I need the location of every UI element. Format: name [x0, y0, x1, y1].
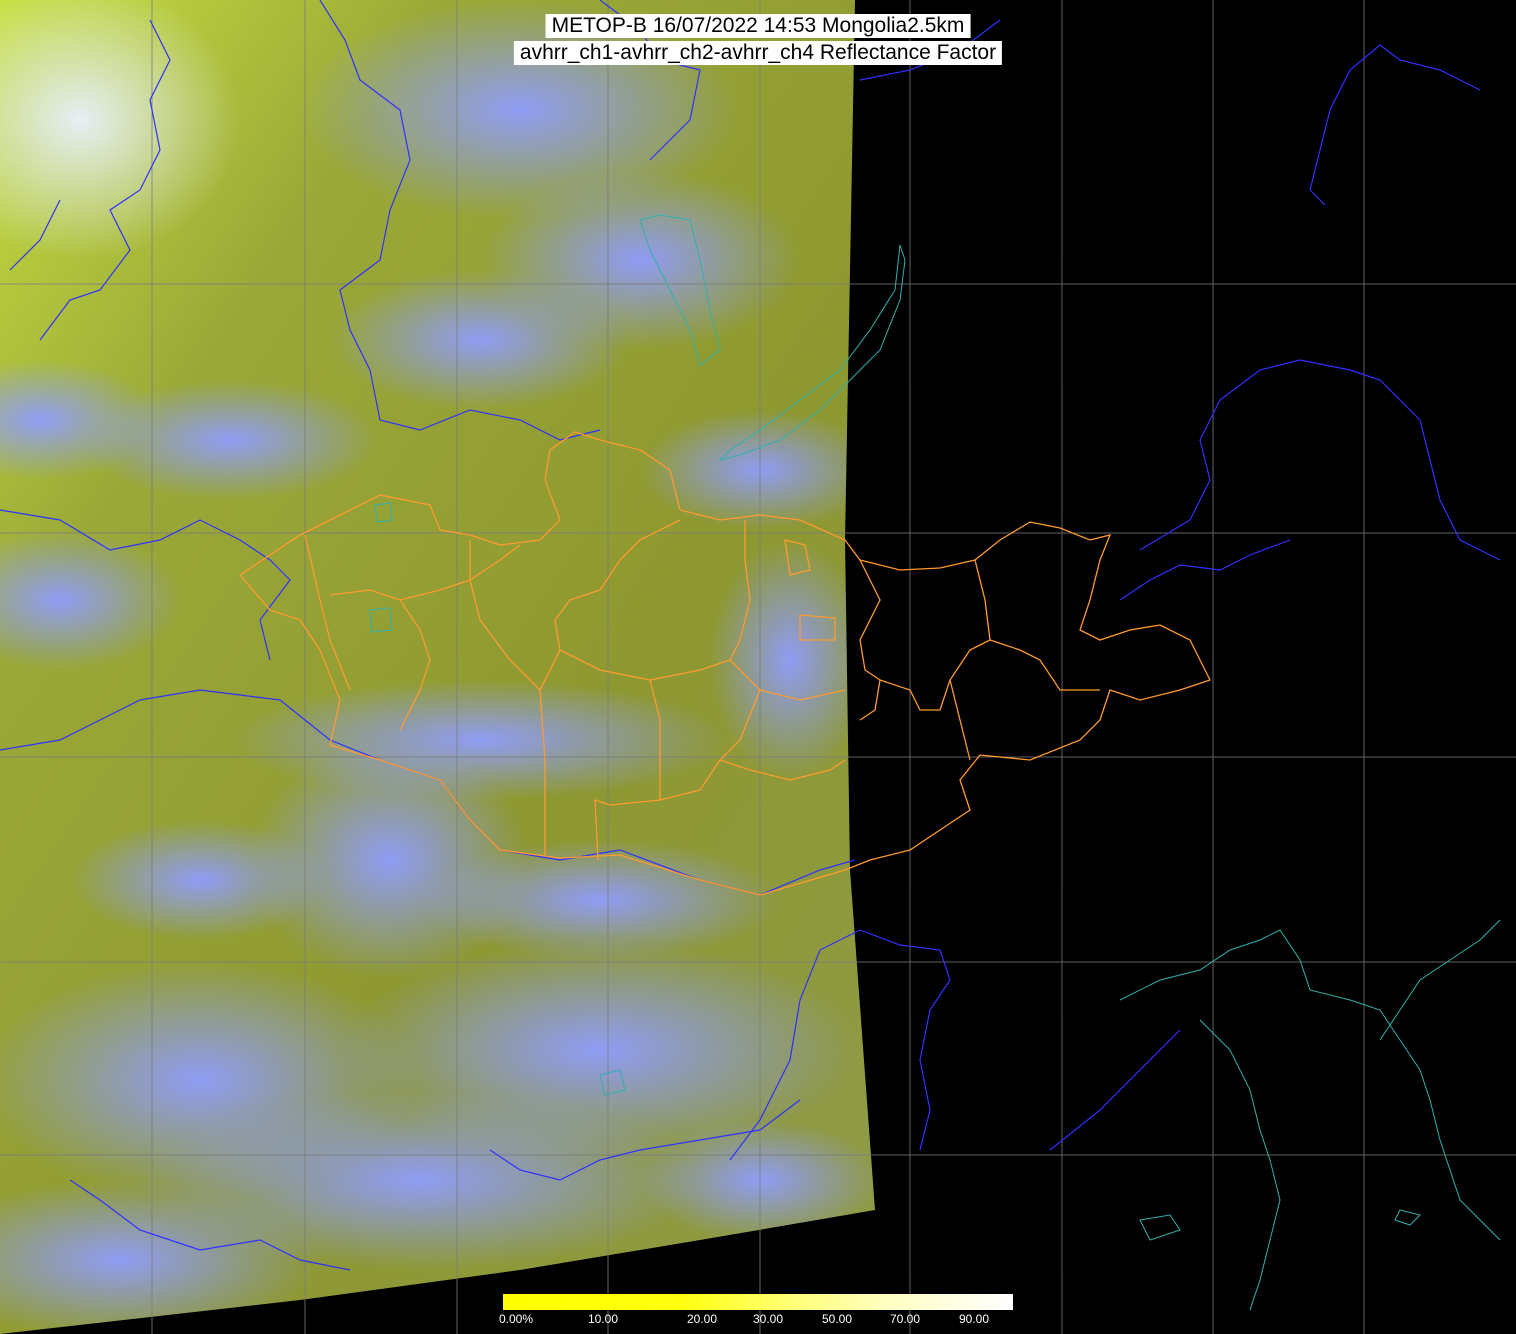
- colorbar-tick-label: 20.00: [687, 1312, 718, 1326]
- colorbar-tick-label: 30.00: [753, 1312, 784, 1326]
- colorbar: [503, 1294, 1013, 1310]
- satellite-map: [0, 0, 1516, 1334]
- colorbar-tick-label: 10.00: [588, 1312, 619, 1326]
- colorbar-tick-label: 90.00: [959, 1312, 990, 1326]
- satellite-swath: [0, 0, 875, 1334]
- map-title-line1: METOP-B 16/07/2022 14:53 Mongolia2.5km: [545, 14, 971, 38]
- colorbar-tick-label: 50.00: [822, 1312, 853, 1326]
- map-title-line2: avhrr_ch1-avhrr_ch2-avhrr_ch4 Reflectanc…: [513, 41, 1003, 65]
- colorbar-tick-label: 70.00: [890, 1312, 921, 1326]
- colorbar-tick-label: 0.00%: [499, 1312, 534, 1326]
